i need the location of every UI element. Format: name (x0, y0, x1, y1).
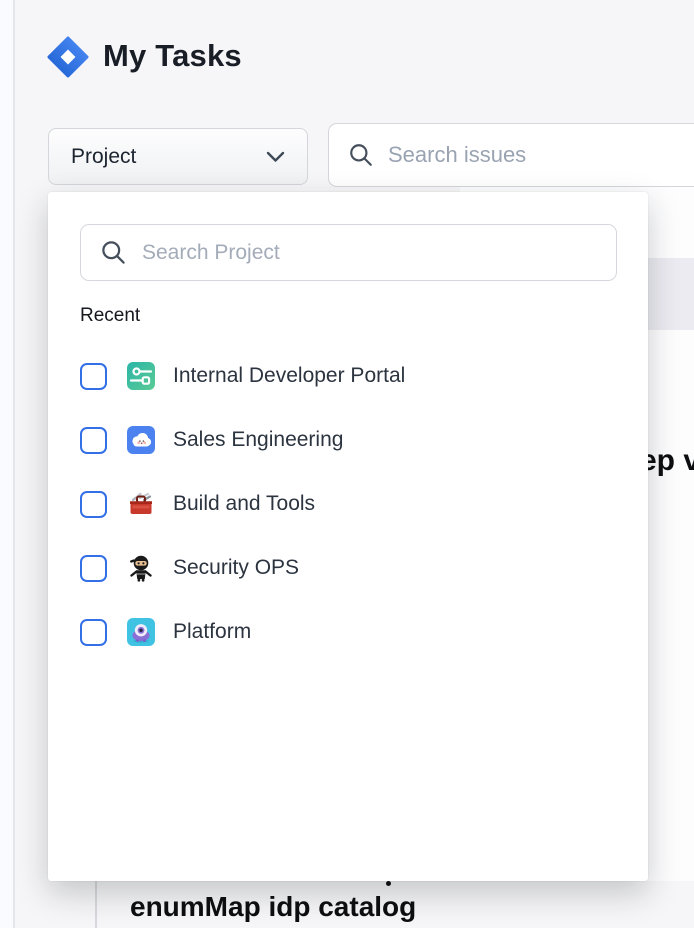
project-option-platform[interactable]: Platform (48, 600, 648, 664)
project-dropdown-panel: Recent Internal Developer Portal (48, 192, 648, 881)
toolbox-red-icon (127, 490, 155, 518)
jira-logo-icon (47, 36, 89, 78)
alien-cyan-icon (127, 618, 155, 646)
app-root: ep v enumMap idp catalog My Tasks Projec… (0, 0, 694, 928)
background-column-border (95, 881, 97, 928)
background-text-fragment (386, 881, 391, 886)
search-project-field[interactable] (80, 224, 617, 281)
page-title: My Tasks (103, 38, 242, 74)
project-option-internal-developer-portal[interactable]: Internal Developer Portal (48, 344, 648, 408)
checkbox[interactable] (80, 555, 107, 582)
ninja-icon (127, 554, 155, 582)
project-filter-button[interactable]: Project (48, 128, 308, 185)
sliders-teal-icon (127, 362, 155, 390)
search-project-input[interactable] (142, 241, 597, 265)
project-filter-label: Project (71, 145, 136, 169)
checkbox[interactable] (80, 619, 107, 646)
recent-section-label: Recent (80, 305, 140, 327)
project-option-label: Platform (173, 620, 251, 644)
project-list: Internal Developer Portal Sales Engineer (48, 344, 648, 664)
left-rail (0, 0, 15, 928)
chevron-down-icon (266, 151, 285, 163)
checkbox[interactable] (80, 491, 107, 518)
project-option-build-and-tools[interactable]: Build and Tools (48, 472, 648, 536)
cloud-blue-icon (127, 426, 155, 454)
project-option-security-ops[interactable]: Security OPS (48, 536, 648, 600)
search-icon (100, 239, 127, 266)
project-option-label: Sales Engineering (173, 428, 343, 452)
background-partial-heading-right: ep v (640, 444, 694, 478)
search-icon (348, 142, 374, 168)
checkbox[interactable] (80, 363, 107, 390)
background-partial-heading-bottom: enumMap idp catalog (130, 891, 416, 923)
project-option-sales-engineering[interactable]: Sales Engineering (48, 408, 648, 472)
search-issues-field[interactable] (328, 123, 694, 187)
project-option-label: Security OPS (173, 556, 299, 580)
project-option-label: Build and Tools (173, 492, 315, 516)
project-option-label: Internal Developer Portal (173, 364, 405, 388)
checkbox[interactable] (80, 427, 107, 454)
search-issues-input[interactable] (388, 142, 694, 168)
